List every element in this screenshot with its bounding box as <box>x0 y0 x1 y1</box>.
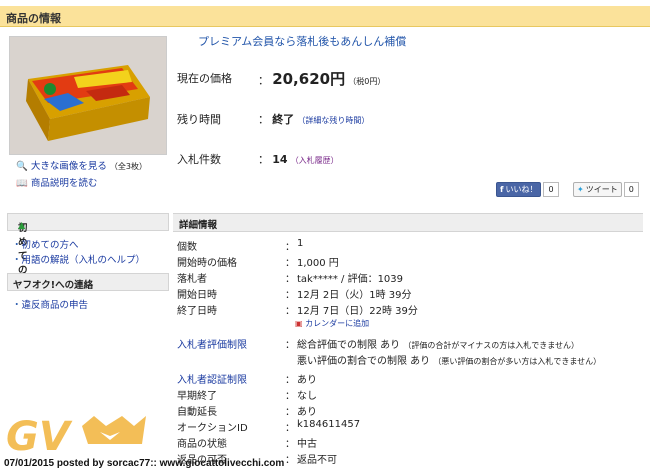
like-count: 0 <box>543 182 559 197</box>
detail-row: オークションID： k184611457 <box>177 419 361 434</box>
sidebar-item-glossary[interactable]: ・用語の解説（入札のヘルプ） <box>12 252 145 266</box>
tweet-count: 0 <box>623 182 639 197</box>
gv-watermark-logo: GV <box>4 410 154 463</box>
bids-label: 入札件数 <box>177 153 221 166</box>
auth-limit-row: 入札者認証制限 ：あり <box>177 371 647 386</box>
book-icon: 📖 <box>16 178 28 189</box>
contact-header: ヤフオク!への連絡 <box>7 273 169 291</box>
read-description-link[interactable]: 📖 商品説明を読む <box>16 175 97 189</box>
rating-limit-line1: 総合評価での制限 あり （評価の合計がマイナスの方は入札できません） <box>297 340 579 351</box>
detail-row: 商品の状態：中古 <box>177 439 317 450</box>
facebook-like[interactable]: f いいね！ 0 <box>496 182 559 197</box>
facebook-icon: f <box>500 185 504 194</box>
like-label: いいね！ <box>505 185 538 194</box>
details-title: 詳細情報 <box>179 220 218 231</box>
rating-limit-link[interactable]: 入札者評価制限 <box>177 336 247 351</box>
sidebar-item-label[interactable]: 違反商品の申告 <box>22 300 89 311</box>
time-left-label: 残り時間 <box>177 113 221 126</box>
time-left-value: 終了 <box>272 113 295 126</box>
rating-limit-line2: 悪い評価の割合での制限 あり （悪い評価の割合が多い方は入札できません） <box>297 356 602 367</box>
details-header: 詳細情報 <box>173 213 643 232</box>
detail-row: 終了日時： 12月 7日（日）22時 39分 <box>177 306 418 317</box>
enlarge-image-link[interactable]: 🔍 大きな画像を見る （全3枚） <box>16 158 147 172</box>
time-left-block: ： 終了 （詳細な残り時間） <box>258 113 370 126</box>
time-detail-link[interactable]: （詳細な残り時間） <box>297 116 369 125</box>
current-price: 20,620円 <box>272 70 346 88</box>
enlarge-image-label[interactable]: 大きな画像を見る <box>31 161 107 172</box>
read-description-label[interactable]: 商品説明を読む <box>31 178 98 189</box>
section-header: 商品の情報 <box>0 6 650 27</box>
sidebar-item-beginner[interactable]: ・初めての方へ <box>12 237 79 251</box>
price-tax: （税0円） <box>348 77 386 86</box>
tweet-label: ツイート <box>585 185 618 194</box>
premium-link[interactable]: プレミアム会員なら落札後もあんしん補償 <box>198 33 406 49</box>
product-image[interactable] <box>9 36 167 155</box>
sidebar-item-label[interactable]: 初めての方へ <box>22 240 79 251</box>
image-count: （全3枚） <box>109 162 148 171</box>
price-label: 現在の価格 <box>177 72 232 85</box>
twitter-icon: ✦ <box>577 185 584 194</box>
bids-block: ： 14 （入札履歴） <box>258 153 339 166</box>
contact-title: ヤフオク!への連絡 <box>13 280 94 291</box>
svg-text:GV: GV <box>6 414 73 460</box>
bid-history-link[interactable]: （入札履歴） <box>291 156 339 165</box>
auth-limit-link[interactable]: 入札者認証制限 <box>177 371 247 386</box>
magnifier-icon: 🔍 <box>16 161 28 172</box>
beginner-mark-icon: ▲ <box>18 220 26 231</box>
calendar-icon: ▣ <box>295 319 303 328</box>
detail-row: 開始日時： 12月 2日（火）1時 39分 <box>177 290 412 301</box>
add-to-calendar-link[interactable]: ▣ カレンダーに追加 <box>295 318 369 329</box>
detail-row: 開始時の価格： 1,000 円 <box>177 258 339 269</box>
twitter-tweet[interactable]: ✦ ツイート 0 <box>573 182 639 197</box>
section-title: 商品の情報 <box>6 12 61 25</box>
detail-row: 個数： 1 <box>177 238 304 253</box>
detail-row: 自動延長：あり <box>177 407 317 418</box>
add-to-calendar-label[interactable]: カレンダーに追加 <box>305 319 369 328</box>
bids-count: 14 <box>272 153 288 166</box>
product-photo-illustration <box>10 37 166 154</box>
price-block: ： 20,620円 （税0円） <box>258 70 386 88</box>
like-button[interactable]: f いいね！ <box>496 182 542 197</box>
rating-limit-row: 入札者評価制限 ： 総合評価での制限 あり （評価の合計がマイナスの方は入札でき… <box>177 336 647 367</box>
tweet-button[interactable]: ✦ ツイート <box>573 182 622 197</box>
detail-row: 早期終了：なし <box>177 391 317 402</box>
sidebar-item-label[interactable]: 用語の解説（入札のヘルプ） <box>22 255 146 266</box>
sidebar-item-report[interactable]: ・違反商品の申告 <box>12 297 88 311</box>
beginner-header: 初めての方 ▲ <box>7 213 169 290</box>
detail-row: 落札者： tak***** / 評価：1039 <box>177 274 404 285</box>
watermark-footer: 07/01/2015 posted by sorcac77:: www.gioc… <box>4 458 285 469</box>
